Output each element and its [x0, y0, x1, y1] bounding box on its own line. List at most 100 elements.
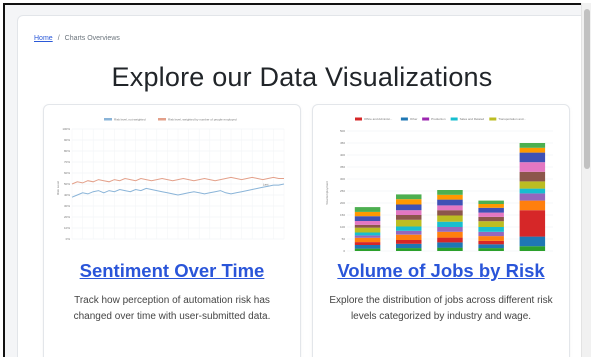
y-axis-label: Risk Level — [56, 181, 60, 195]
page-title: Explore our Data Visualizations — [111, 62, 493, 92]
bar-segment — [354, 227, 381, 233]
bar-segment — [519, 171, 546, 182]
bar-segment — [519, 246, 546, 251]
y-tick-label: 30% — [64, 204, 70, 208]
scrollbar-thumb[interactable] — [584, 9, 590, 169]
legend-swatch — [450, 117, 458, 121]
bar-segment — [519, 193, 546, 201]
y-tick-label: 10% — [64, 226, 70, 230]
bar-segment — [519, 188, 546, 194]
legend-label: Risk level, not weighted — [114, 117, 146, 121]
volume-description: Explore the distribution of jobs across … — [329, 295, 553, 322]
bar-segment — [354, 245, 381, 249]
legend-swatch — [104, 118, 112, 121]
bar-segment — [519, 200, 546, 211]
y-tick-label: 50% — [64, 182, 70, 186]
bar-segment — [437, 221, 463, 227]
chart-card-volume: Office and Administ... Other Production Sal… — [312, 104, 570, 357]
y-tick-label: 350 — [340, 165, 345, 169]
breadcrumb-home-link[interactable]: Home — [34, 35, 53, 42]
bar-segment — [437, 227, 463, 232]
bar-segment — [478, 221, 504, 227]
bar-segment — [437, 242, 463, 248]
bar-segment — [354, 237, 381, 243]
chart-legend: Office and Administ... Other Production Sal… — [355, 117, 526, 121]
volume-chart-thumbnail[interactable]: Office and Administ... Other Production Sal… — [321, 113, 561, 259]
bar-segment — [478, 244, 504, 249]
breadcrumb-current: Charts Overviews — [64, 35, 120, 42]
y-tick-label: 250 — [340, 189, 345, 193]
y-axis-label: Total Employment — [325, 181, 329, 205]
y-tick-label: 400 — [340, 153, 345, 157]
bar-segment — [396, 234, 422, 240]
bar-segment — [478, 227, 504, 232]
page-container: Home / Charts Overviews Explore our Data… — [17, 15, 587, 357]
bar-segment — [437, 231, 463, 238]
sentiment-over-time-link[interactable]: Sentiment Over Time — [44, 260, 300, 282]
bar-segment — [437, 247, 463, 251]
y-tick-label: 0% — [66, 237, 71, 241]
y-tick-label: 300 — [340, 177, 345, 181]
bar-segment — [478, 236, 504, 241]
bar-segment — [354, 216, 381, 221]
volume-of-jobs-link[interactable]: Volume of Jobs by Risk — [313, 260, 569, 282]
browser-viewport: Home / Charts Overviews Explore our Data… — [3, 3, 591, 357]
bar-segment — [478, 212, 504, 217]
bar-segment — [478, 200, 504, 204]
legend-swatch — [355, 117, 362, 121]
bar-segment — [519, 147, 546, 153]
bar-segment — [478, 248, 504, 251]
breadcrumb: Home / Charts Overviews — [34, 35, 120, 42]
bar-segment — [437, 205, 463, 211]
bar-segment — [354, 211, 381, 217]
bar-segment — [354, 224, 381, 228]
chart-background — [52, 113, 292, 259]
sentiment-chart-thumbnail[interactable]: Risk level, not weighted Risk level, weig… — [52, 113, 292, 259]
bar-segment — [396, 240, 422, 244]
bar-segment — [396, 210, 422, 215]
bar-segment — [478, 231, 504, 237]
legend-label: Sales and Related — [460, 117, 485, 121]
y-tick-label: 100 — [340, 225, 345, 229]
chart-card-sentiment: Risk level, not weighted Risk level, weig… — [43, 104, 301, 357]
y-tick-label: 20% — [64, 215, 70, 219]
bar-segment — [519, 181, 546, 189]
y-tick-label: 60% — [64, 171, 70, 175]
bar-segment — [396, 243, 422, 249]
chart-legend: Risk level, not weighted Risk level, weig… — [104, 117, 237, 121]
y-tick-label: 100% — [62, 127, 70, 131]
page-scrollbar[interactable] — [581, 3, 591, 357]
bar-segment — [519, 152, 546, 163]
y-tick-label: 200 — [340, 201, 345, 205]
bar-segment — [437, 190, 463, 195]
bar-segment — [478, 216, 504, 222]
bar-segment — [519, 210, 546, 237]
chart-annotation: Last — [263, 182, 269, 186]
bar-segment — [437, 199, 463, 206]
y-tick-label: 500 — [340, 129, 345, 133]
legend-label: Risk level, weighted by number of people… — [168, 117, 237, 121]
bar-segment — [396, 219, 422, 227]
bar-segment — [396, 194, 422, 200]
bar-segment — [478, 204, 504, 208]
bar-segment — [354, 207, 381, 212]
bar-segment — [437, 237, 463, 243]
legend-swatch — [158, 118, 166, 121]
legend-label: Transportation and... — [498, 117, 526, 121]
bar-segment — [354, 232, 381, 236]
bar-segment — [396, 230, 422, 235]
legend-label: Other — [410, 117, 418, 121]
y-tick-label: 50 — [342, 237, 346, 241]
legend-label: Production — [431, 117, 446, 121]
bar-segment — [354, 248, 381, 251]
breadcrumb-separator: / — [57, 35, 60, 42]
legend-swatch — [422, 117, 430, 121]
bar-segment — [396, 215, 422, 220]
bar-segment — [519, 236, 546, 247]
bar-segment — [519, 143, 546, 148]
y-tick-label: 40% — [64, 193, 70, 197]
bar-segment — [396, 226, 422, 231]
bar-segment — [437, 215, 463, 222]
sentiment-description: Track how perception of automation risk … — [73, 295, 271, 322]
bar-segment — [519, 162, 546, 172]
